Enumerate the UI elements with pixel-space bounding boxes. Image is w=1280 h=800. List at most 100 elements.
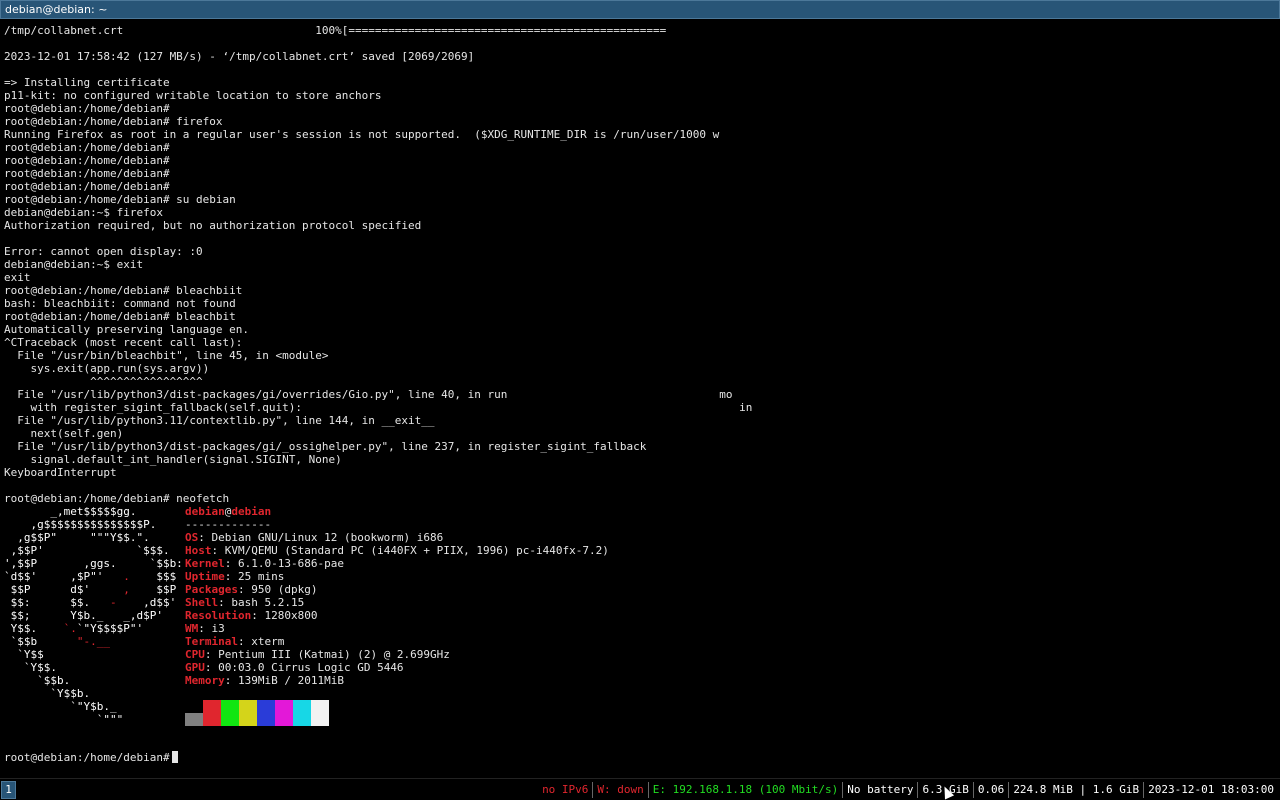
info-value: 1280x800 (264, 609, 318, 622)
info-key: Kernel (185, 557, 225, 570)
status-block: No battery (847, 783, 914, 796)
debian-swirl-logo: _,met$$$$$gg. ,g$$$$$$$$$$$$$$$P. ,g$$P"… (4, 505, 183, 726)
info-row: Terminal: xterm (185, 635, 285, 648)
user-host-header: debian@debian (185, 505, 272, 518)
terminal-line: root@debian:/home/debian# firefox (4, 115, 223, 128)
info-key: Host (185, 544, 212, 557)
info-value: 139MiB / 2011MiB (238, 674, 344, 687)
palette-swatch (185, 713, 203, 726)
info-key: Uptime (185, 570, 225, 583)
info-key: WM (185, 622, 199, 635)
terminal-line: with register_sigint_fallback(self.quit)… (4, 401, 753, 414)
terminal-line: File "/usr/lib/python3/dist-packages/gi/… (4, 388, 733, 401)
terminal-line: root@debian:/home/debian# neofetch (4, 492, 230, 505)
terminal-line: exit (4, 271, 31, 284)
terminal-line: debian@debian:~$ firefox (4, 206, 163, 219)
palette-swatch (239, 700, 257, 726)
info-key: Packages (185, 583, 238, 596)
status-block: W: down (597, 783, 644, 796)
terminal-line: root@debian:/home/debian# bleachbiit (4, 284, 243, 297)
terminal-line: File "/usr/lib/python3.11/contextlib.py"… (4, 414, 435, 427)
terminal-line: root@debian:/home/debian# bleachbit (4, 310, 236, 323)
terminal-line: signal.default_int_handler(signal.SIGINT… (4, 453, 342, 466)
terminal-line: root@debian:/home/debian# (4, 141, 170, 154)
terminal-line: KeyboardInterrupt (4, 466, 117, 479)
status-block: 224.8 MiB | 1.6 GiB (1013, 783, 1140, 796)
terminal-line: ^CTraceback (most recent call last): (4, 336, 243, 349)
neofetch-output: _,met$$$$$gg. ,g$$$$$$$$$$$$$$$P. ,g$$P"… (4, 505, 704, 735)
terminal-line: next(self.gen) (4, 427, 124, 440)
shell-prompt: root@debian:/home/debian# (4, 751, 170, 764)
info-value: xterm (251, 635, 285, 648)
palette-swatch (293, 700, 311, 726)
info-key: Memory (185, 674, 225, 687)
palette-swatch (221, 700, 239, 726)
info-value: Pentium III (Katmai) (2) @ 2.699GHz (218, 648, 450, 661)
palette-swatch (275, 700, 293, 726)
info-key: Shell (185, 596, 219, 609)
status-block: no IPv6 (542, 783, 589, 796)
info-value: bash 5.2.15 (231, 596, 305, 609)
info-row: Host: KVM/QEMU (Standard PC (i440FX + PI… (185, 544, 609, 557)
info-value: Debian GNU/Linux 12 (bookworm) i686 (211, 531, 444, 544)
info-row: Uptime: 25 mins (185, 570, 285, 583)
terminal-line: Authorization required, but no authoriza… (4, 219, 422, 232)
terminal-line: root@debian:/home/debian# (4, 180, 170, 193)
terminal-line: 2023-12-01 17:58:42 (127 MB/s) - ‘/tmp/c… (4, 50, 475, 63)
info-row: Packages: 950 (dpkg) (185, 583, 318, 596)
text-cursor (171, 751, 178, 763)
terminal-line: root@debian:/home/debian# (4, 167, 170, 180)
palette-swatch (311, 700, 329, 726)
status-block: E: 192.168.1.18 (100 Mbit/s) (652, 783, 839, 796)
terminal-line: sys.exit(app.run(sys.argv)) (4, 362, 210, 375)
terminal-line: p11-kit: no configured writable location… (4, 89, 382, 102)
status-block: 2023-12-01 18:03:00 (1148, 783, 1274, 796)
status-blocks: no IPv6 W: down E: 192.168.1.18 (100 Mbit/… (538, 779, 1278, 800)
terminal-line: bash: bleachbiit: command not found (4, 297, 236, 310)
info-value: 00:03.0 Cirrus Logic GD 5446 (218, 661, 404, 674)
terminal-line: File "/usr/bin/bleachbit", line 45, in <… (4, 349, 329, 362)
info-row: Shell: bash 5.2.15 (185, 596, 305, 609)
info-row: Kernel: 6.1.0-13-686-pae (185, 557, 344, 570)
window-title: debian@debian: ~ (5, 3, 108, 16)
window-title-bar[interactable]: debian@debian: ~ (0, 0, 1280, 19)
info-row: CPU: Pentium III (Katmai) (2) @ 2.699GHz (185, 648, 450, 661)
palette-swatch (203, 700, 221, 726)
info-row: Memory: 139MiB / 2011MiB (185, 674, 344, 687)
info-value: 25 mins (238, 570, 285, 583)
info-value: i3 (211, 622, 225, 635)
terminal-line: File "/usr/lib/python3/dist-packages/gi/… (4, 440, 647, 453)
info-row: Resolution: 1280x800 (185, 609, 318, 622)
terminal-line: Running Firefox as root in a regular use… (4, 128, 720, 141)
terminal-line: root@debian:/home/debian# (4, 154, 170, 167)
current-prompt-line[interactable]: root@debian:/home/debian# (4, 751, 178, 764)
i3-status-bar: 1 no IPv6 W: down E: 192.168.1.18 (100 Mbi… (0, 778, 1280, 800)
info-key: GPU (185, 661, 205, 674)
status-block: 0.06 (977, 783, 1005, 796)
info-row: OS: Debian GNU/Linux 12 (bookworm) i686 (185, 531, 444, 544)
info-value: 6.1.0-13-686-pae (238, 557, 344, 570)
terminal-line: /tmp/collabnet.crt 100%[================… (4, 24, 667, 37)
workspace-button[interactable]: 1 (1, 781, 16, 799)
info-value: KVM/QEMU (Standard PC (i440FX + PIIX, 19… (224, 544, 609, 557)
terminal-line: debian@debian:~$ exit (4, 258, 144, 271)
color-palette (185, 700, 329, 726)
palette-swatch (257, 700, 275, 726)
terminal-line: root@debian:/home/debian# su debian (4, 193, 236, 206)
info-row: WM: i3 (185, 622, 225, 635)
info-key: OS (185, 531, 199, 544)
terminal-line: Automatically preserving language en. (4, 323, 250, 336)
info-key: Resolution (185, 609, 252, 622)
info-row: GPU: 00:03.0 Cirrus Logic GD 5446 (185, 661, 404, 674)
info-key: CPU (185, 648, 205, 661)
header-separator: ------------- (185, 518, 272, 531)
system-info: debian@debian ------------- OS: Debian G… (185, 505, 609, 687)
terminal-line: Error: cannot open display: :0 (4, 245, 203, 258)
info-value: 950 (dpkg) (251, 583, 318, 596)
terminal-line: => Installing certificate (4, 76, 170, 89)
terminal-line: root@debian:/home/debian# (4, 102, 170, 115)
